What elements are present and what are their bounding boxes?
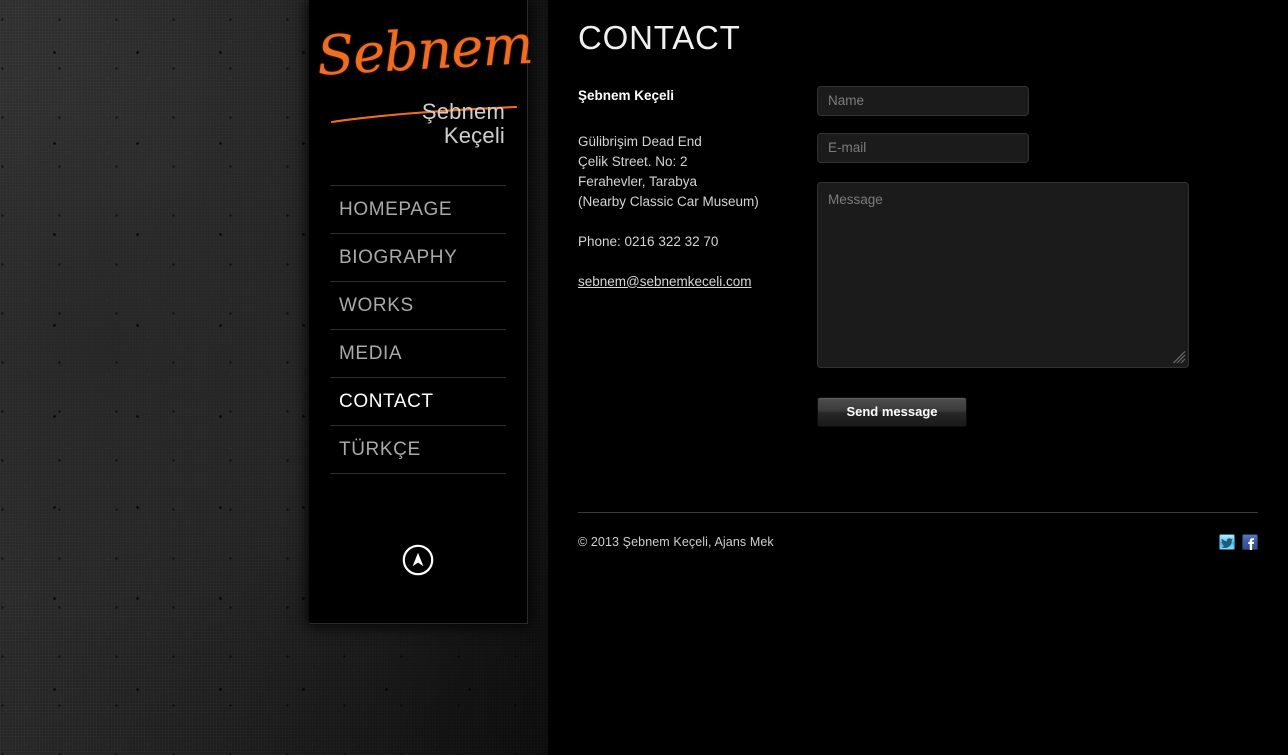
address-line-2: Çelik Street. No: 2 [578, 153, 688, 169]
nav-item-contact[interactable]: CONTACT [330, 376, 506, 425]
twitter-icon[interactable] [1219, 534, 1235, 550]
contact-email-link[interactable]: sebnem@sebnemkeceli.com [578, 272, 752, 292]
footer: © 2013 Şebnem Keçeli, Ajans Mek [578, 512, 1258, 550]
main-navigation: HOMEPAGE BIOGRAPHY WORKS MEDIA CONTACT T… [330, 185, 506, 474]
site-logo[interactable]: Sebnem Şebnem Keçeli [309, 0, 535, 185]
nav-item-turkce[interactable]: TÜRKÇE [330, 424, 506, 474]
footer-inner: © 2013 Şebnem Keçeli, Ajans Mek [578, 534, 1258, 550]
address-line-4: (Nearby Classic Car Museum) [578, 193, 759, 209]
circle-up-arrow-icon [402, 544, 434, 576]
page-title: CONTACT [578, 19, 741, 56]
copyright-text: © 2013 Şebnem Keçeli, Ajans Mek [578, 535, 774, 549]
contact-form: Send message [817, 85, 1197, 427]
logo-name: Şebnem Keçeli [309, 100, 505, 148]
nav-item-media[interactable]: MEDIA [330, 328, 506, 377]
address-line-1: Gülibrişim Dead End [578, 133, 702, 149]
message-field-wrapper [817, 163, 1189, 368]
nav-item-homepage[interactable]: HOMEPAGE [330, 185, 506, 233]
logo-name-line-2: Keçeli [443, 122, 505, 148]
message-textarea[interactable] [817, 181, 1189, 368]
page-root: Sebnem Şebnem Keçeli HOMEPAGE BIOGRAPHY … [0, 0, 1288, 755]
sidebar: Sebnem Şebnem Keçeli HOMEPAGE BIOGRAPHY … [309, 0, 535, 624]
email-input[interactable] [817, 132, 1029, 163]
contact-name: Şebnem Keçeli [578, 87, 675, 103]
facebook-icon[interactable] [1242, 534, 1258, 550]
social-links [1219, 534, 1258, 550]
address-line-3: Ferahevler, Tarabya [578, 173, 698, 189]
nav-item-biography[interactable]: BIOGRAPHY [330, 232, 506, 281]
contact-info-block: Şebnem Keçeli Gülibrişim Dead End Çelik … [578, 86, 808, 292]
contact-phone: Phone: 0216 322 32 70 [578, 233, 719, 249]
send-message-button[interactable]: Send message [817, 396, 967, 427]
main-content: CONTACT Şebnem Keçeli Gülibrişim Dead En… [578, 0, 1258, 755]
contact-section: Şebnem Keçeli Gülibrişim Dead End Çelik … [578, 85, 1258, 506]
nav-item-works[interactable]: WORKS [330, 280, 506, 329]
logo-script-signature: Sebnem [315, 12, 535, 88]
logo-name-line-1: Şebnem [421, 99, 505, 124]
scroll-to-top-button[interactable] [309, 544, 527, 576]
name-input[interactable] [817, 85, 1029, 116]
